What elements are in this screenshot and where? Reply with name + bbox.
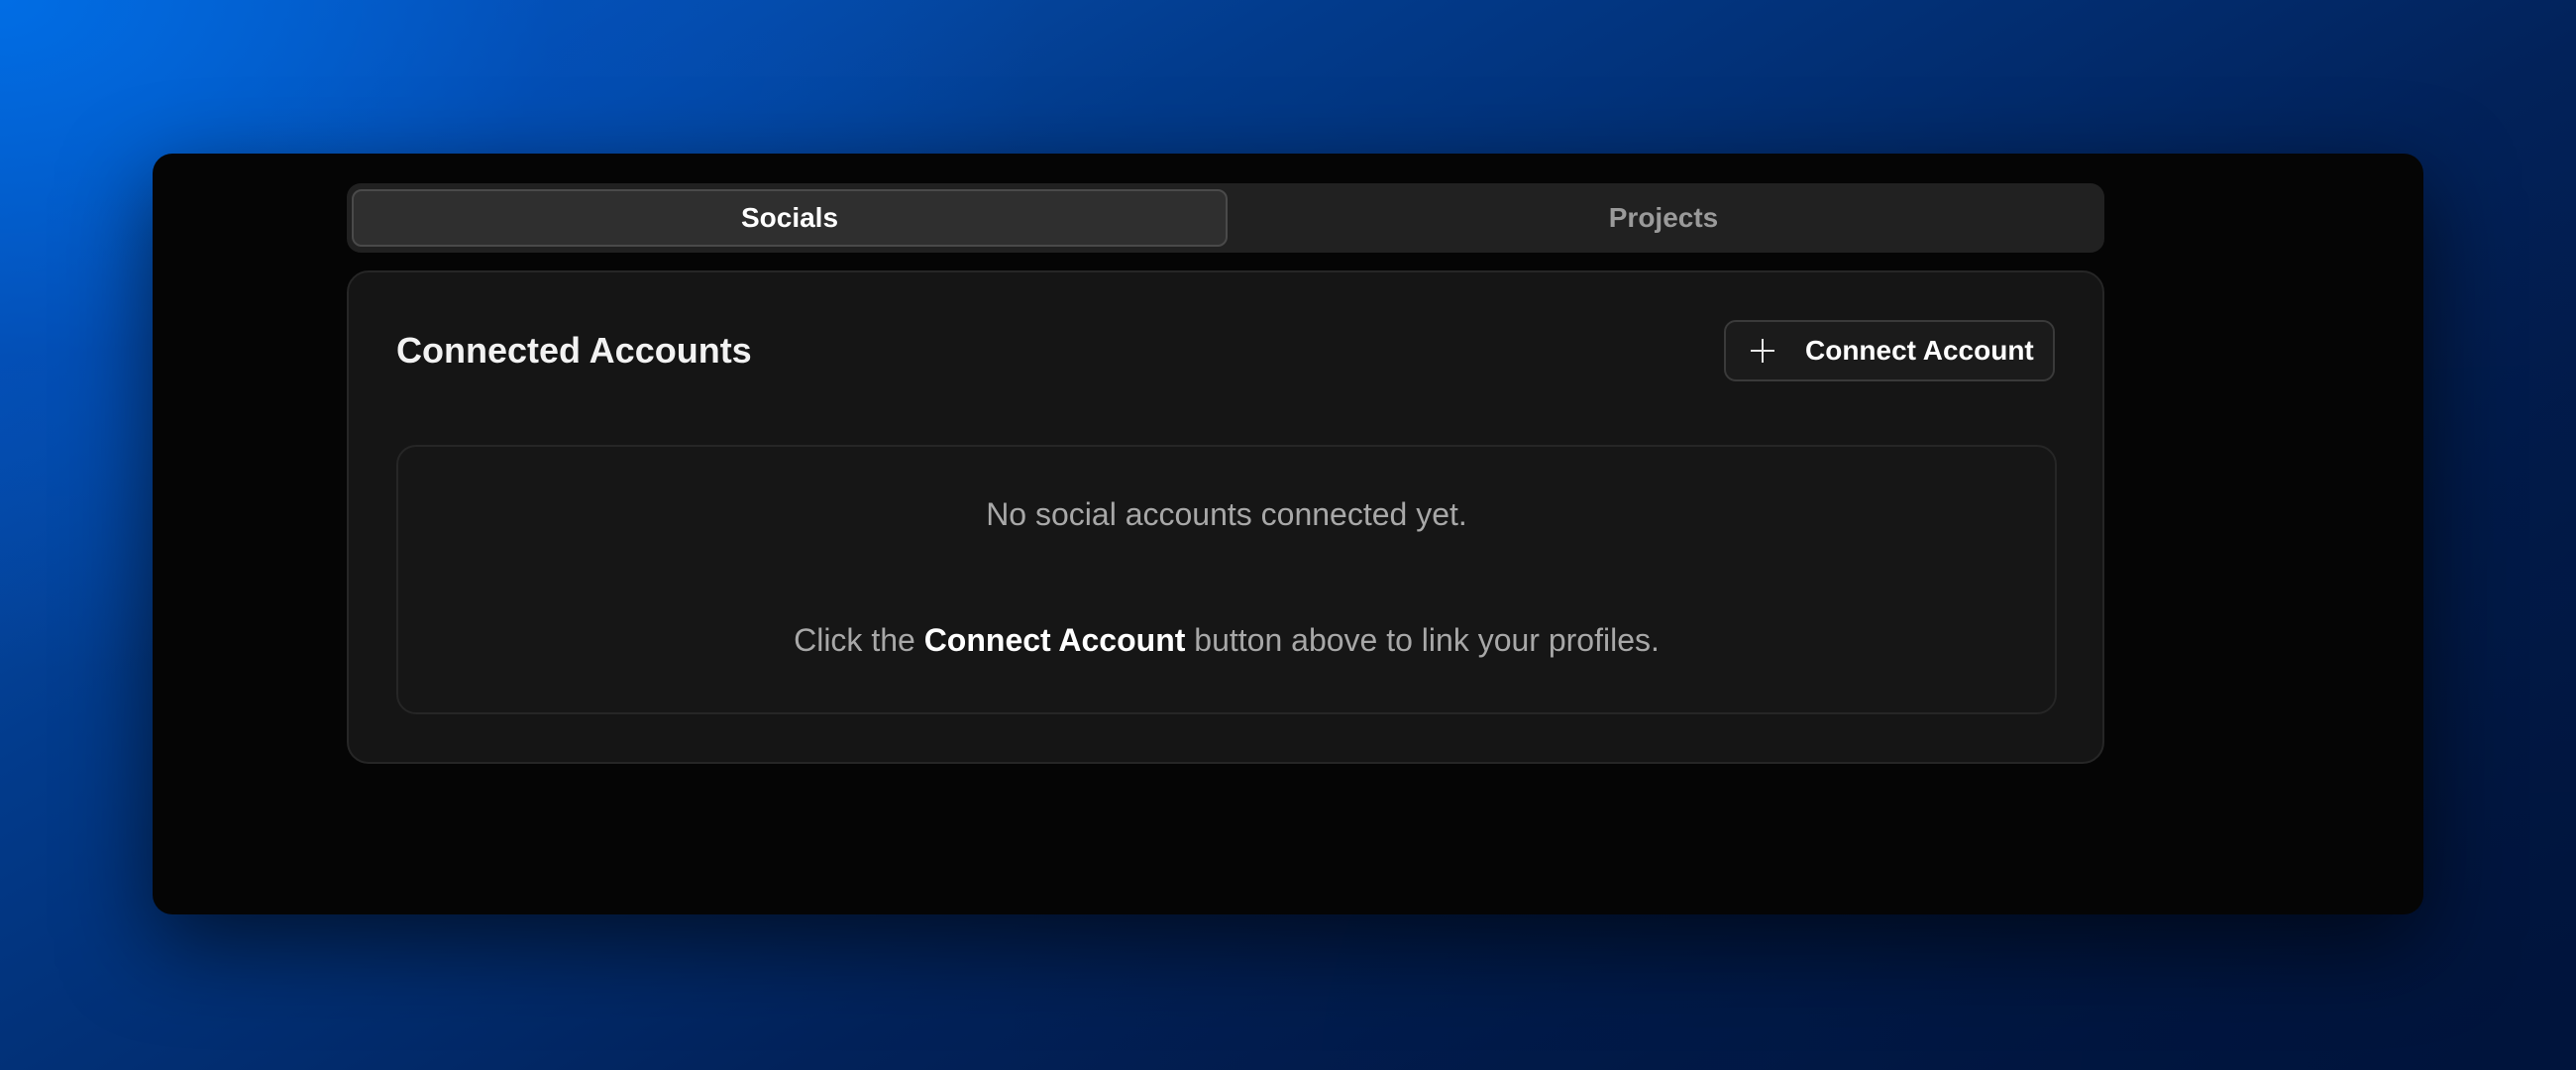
empty-state-hint: Click the Connect Account button above t… [398,622,2055,659]
app-window: Socials Projects Connected Accounts Conn… [153,154,2423,914]
hint-prefix: Click the [794,622,924,658]
card-title: Connected Accounts [396,330,752,371]
tab-socials[interactable]: Socials [352,189,1228,247]
empty-state-message: No social accounts connected yet. [986,496,1467,532]
hint-connect-account-emphasis: Connect Account [923,622,1186,658]
tab-projects[interactable]: Projects [1228,189,2099,247]
connected-accounts-card: Connected Accounts Connect Account No so… [347,270,2104,764]
connect-account-button-label: Connect Account [1805,335,2034,366]
plus-icon [1750,338,1775,364]
connect-account-button[interactable]: Connect Account [1724,320,2055,381]
tab-bar: Socials Projects [347,183,2104,253]
empty-state: No social accounts connected yet. Click … [396,445,2057,714]
hint-suffix: button above to link your profiles. [1185,622,1660,658]
